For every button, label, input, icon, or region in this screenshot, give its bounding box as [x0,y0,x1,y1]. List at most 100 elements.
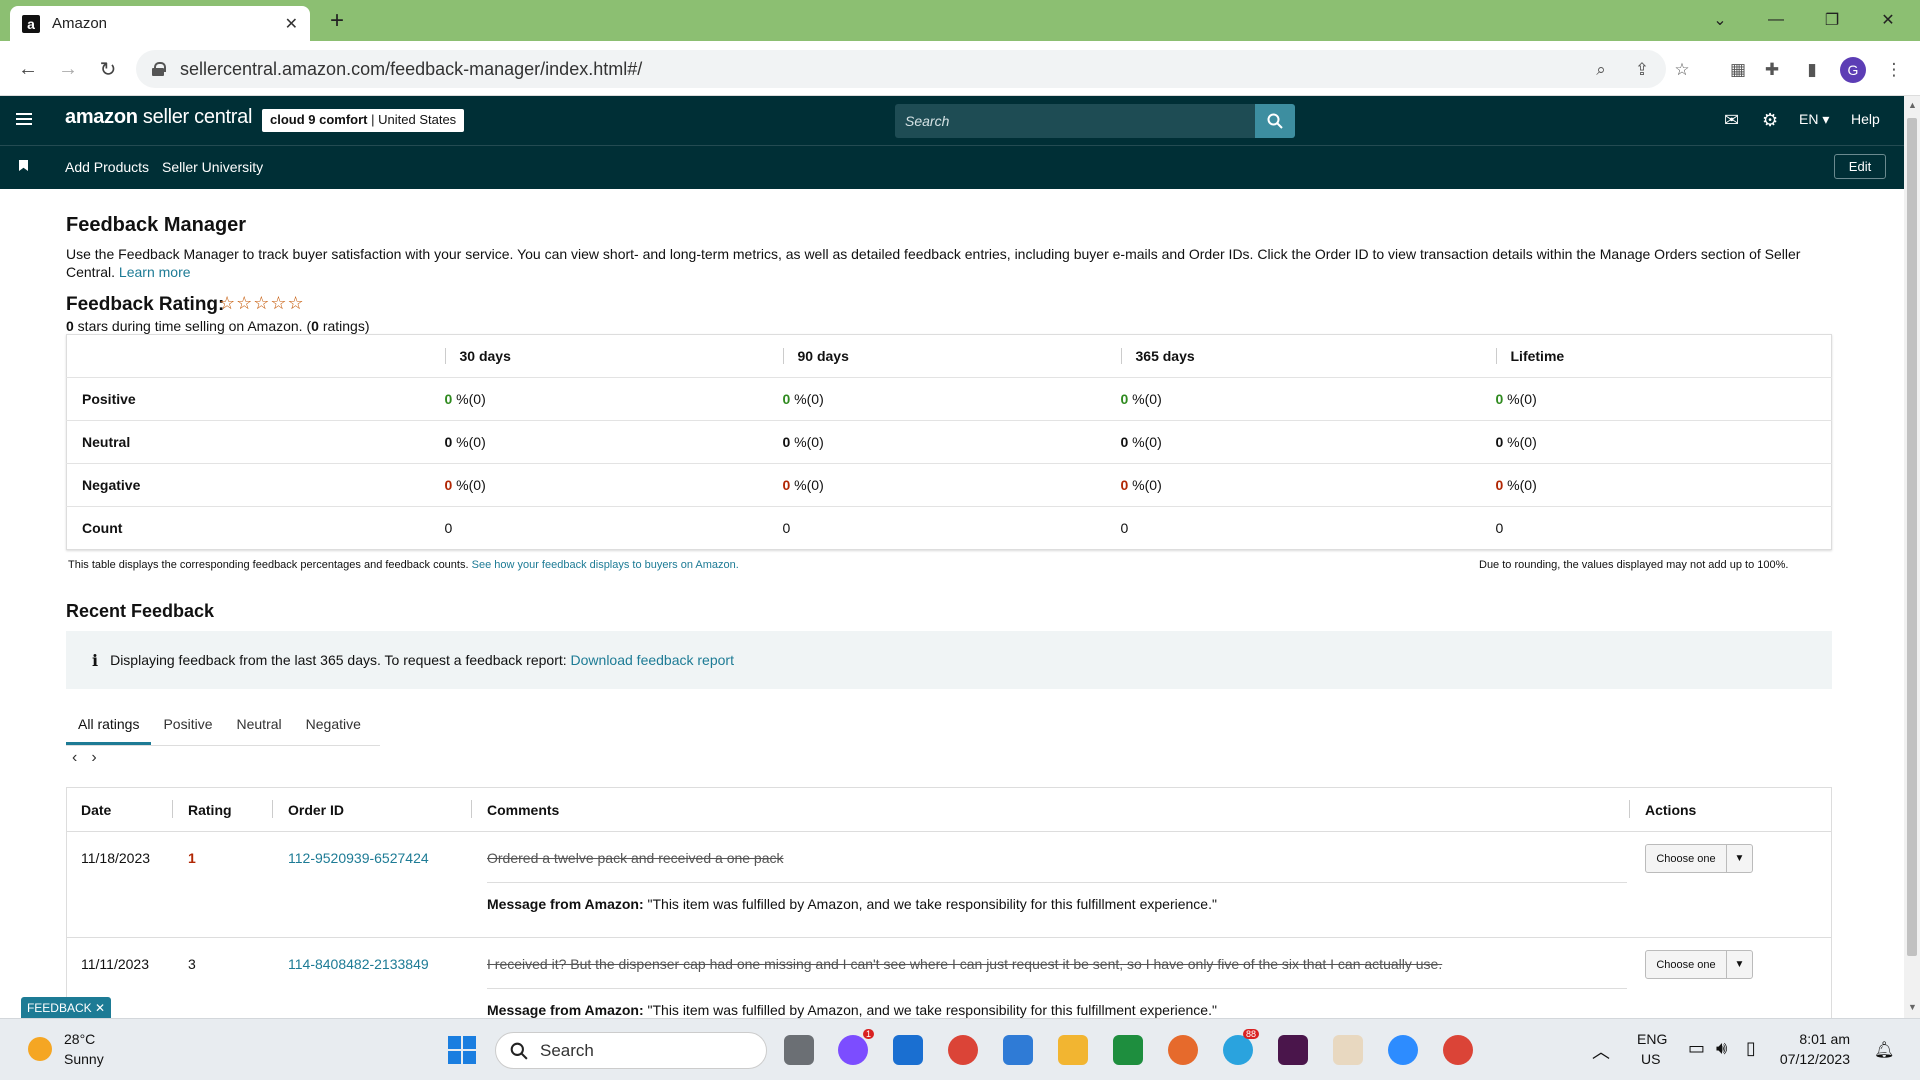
mail-app-icon[interactable] [893,1035,923,1065]
feedback-table: Date Rating Order ID Comments Actions 11… [66,787,1832,1045]
order-id-link[interactable]: 112-9520939-6527424 [288,850,429,866]
page-title: Feedback Manager [66,214,247,236]
rating-summary: 0 stars during time selling on Amazon. (… [66,318,370,334]
chevron-left-icon[interactable]: ‹ [72,749,91,766]
column-header: Actions [1645,802,1697,818]
seller-central-logo[interactable]: amazon seller central [65,106,252,129]
zoom-icon[interactable]: ⌕ [1589,58,1613,82]
photos-icon[interactable] [1333,1035,1363,1065]
battery-icon[interactable]: ▯ [1746,1038,1756,1059]
minimize-button[interactable]: — [1752,6,1800,34]
file-explorer-icon[interactable] [1058,1035,1088,1065]
column-header: Order ID [288,802,345,818]
hamburger-menu-icon[interactable] [16,113,32,127]
chevron-up-icon[interactable]: ︿ [1592,1038,1610,1064]
weather-condition[interactable]: Sunny [64,1051,104,1067]
feedback-date: 11/11/2023 [81,956,149,972]
url-text: sellercentral.amazon.com/feedback-manage… [180,58,643,79]
column-header: Rating [188,802,232,818]
slack-icon[interactable] [1278,1035,1308,1065]
tab-positive[interactable]: Positive [151,704,224,745]
order-id-link[interactable]: 114-8408482-2133849 [288,956,429,972]
feedback-comment: I received it? But the dispenser cap had… [487,956,1443,972]
store-switcher[interactable]: cloud 9 comfort | United States [262,109,465,132]
close-window-button[interactable]: ✕ [1864,6,1912,34]
search-icon [510,1042,528,1060]
address-bar[interactable]: sellercentral.amazon.com/feedback-manage… [136,50,1666,88]
rating-filter-tabs: All ratings Positive Neutral Negative [66,704,380,746]
metric-value: 0 [767,506,1106,550]
profile-avatar[interactable]: G [1840,57,1866,83]
network-icon[interactable]: ▭ [1688,1038,1705,1059]
bookmark-star-icon[interactable]: ☆ [1670,58,1694,82]
notepad-icon[interactable] [1003,1035,1033,1065]
feedback-date: 11/18/2023 [81,850,151,866]
tab-neutral[interactable]: Neutral [225,704,294,745]
new-tab-button[interactable]: + [322,6,352,36]
feedback-rating: 3 [188,956,196,972]
volume-icon[interactable]: 🔊︎ [1716,1038,1727,1059]
metric-value: 0 [1480,506,1832,550]
google-meet-icon[interactable] [1113,1035,1143,1065]
forward-arrow-icon[interactable]: → [52,53,84,85]
taskbar-search[interactable]: Search [495,1032,767,1069]
column-header: Comments [487,802,560,818]
feedback-metrics-table: 30 days 90 days 365 days Lifetime Positi… [66,334,1832,550]
download-report-link[interactable]: Download feedback report [571,652,734,668]
close-tab-icon[interactable]: ✕ [285,14,298,34]
windows-start-icon[interactable] [448,1036,476,1064]
search-button[interactable] [1255,104,1295,138]
feedback-tab-button[interactable]: FEEDBACK ✕ [21,997,111,1019]
weather-temperature[interactable]: 28°C [64,1031,95,1047]
reload-icon[interactable]: ↻ [92,53,124,85]
tab-negative[interactable]: Negative [294,704,373,745]
edit-button[interactable]: Edit [1834,154,1886,179]
side-panel-icon[interactable]: ▮ [1800,58,1824,82]
notification-bell-icon[interactable]: 🔔︎ [1874,1040,1894,1060]
clock-date[interactable]: 07/12/2023 [1770,1051,1850,1067]
chevron-right-icon[interactable]: › [91,749,110,766]
feedback-display-link[interactable]: See how your feedback displays to buyers… [472,559,739,571]
search-input[interactable]: Search [895,104,1258,138]
table-row: 11/18/2023 1 112-9520939-6527424 Ordered… [67,832,1831,938]
pagination-arrows[interactable]: ‹› [72,749,111,767]
tab-all-ratings[interactable]: All ratings [66,704,152,745]
table-note: This table displays the corresponding fe… [68,559,739,571]
input-language[interactable]: ENG [1637,1031,1667,1047]
extension-off-icon[interactable]: ▦ [1726,58,1750,82]
mail-icon[interactable]: ✉ [1724,110,1739,131]
rounding-note: Due to rounding, the values displayed ma… [1479,559,1789,571]
messenger-icon[interactable]: 1 [838,1029,874,1065]
seller-central-subnav [0,145,1904,189]
chrome-active-icon[interactable] [1443,1035,1473,1065]
chrome-profile-icon[interactable] [1168,1035,1198,1065]
clock-time[interactable]: 8:01 am [1780,1031,1850,1047]
metrics-row-negative: Negative 0 %(0) 0 %(0) 0 %(0) 0 %(0) [66,463,1832,507]
seller-university-link[interactable]: Seller University [162,159,263,175]
restore-button[interactable]: ❐ [1808,6,1856,34]
actions-dropdown[interactable]: Choose one ▼ [1645,844,1753,873]
weather-sun-icon[interactable] [28,1037,52,1061]
share-icon[interactable]: ⇪ [1630,58,1654,82]
chrome-menu-icon[interactable]: ⋮ [1882,58,1906,82]
zoom-icon[interactable] [1388,1035,1418,1065]
column-header: 365 days [1120,348,1481,364]
tab-search-chevron-icon[interactable]: ⌄ [1696,6,1744,34]
back-arrow-icon[interactable]: ← [12,53,44,85]
gear-icon[interactable]: ⚙ [1762,110,1778,131]
input-region[interactable]: US [1641,1051,1660,1067]
help-link[interactable]: Help [1851,111,1880,127]
language-selector[interactable]: EN ▾ [1799,111,1829,128]
actions-dropdown[interactable]: Choose one ▼ [1645,950,1753,979]
feedback-rating: 1 [188,850,196,866]
telegram-icon[interactable]: 88 [1223,1029,1259,1065]
add-products-link[interactable]: Add Products [65,159,149,175]
column-header: 90 days [782,348,1106,364]
page-scrollbar[interactable]: ▲ ▼ [1904,96,1920,1018]
browser-tab[interactable]: a Amazon ✕ [10,6,310,41]
task-view-icon[interactable] [784,1035,814,1065]
extensions-puzzle-icon[interactable]: ✚ [1760,58,1784,82]
chrome-icon[interactable] [948,1035,978,1065]
row-label: Neutral [66,420,430,464]
learn-more-link[interactable]: Learn more [119,264,191,280]
